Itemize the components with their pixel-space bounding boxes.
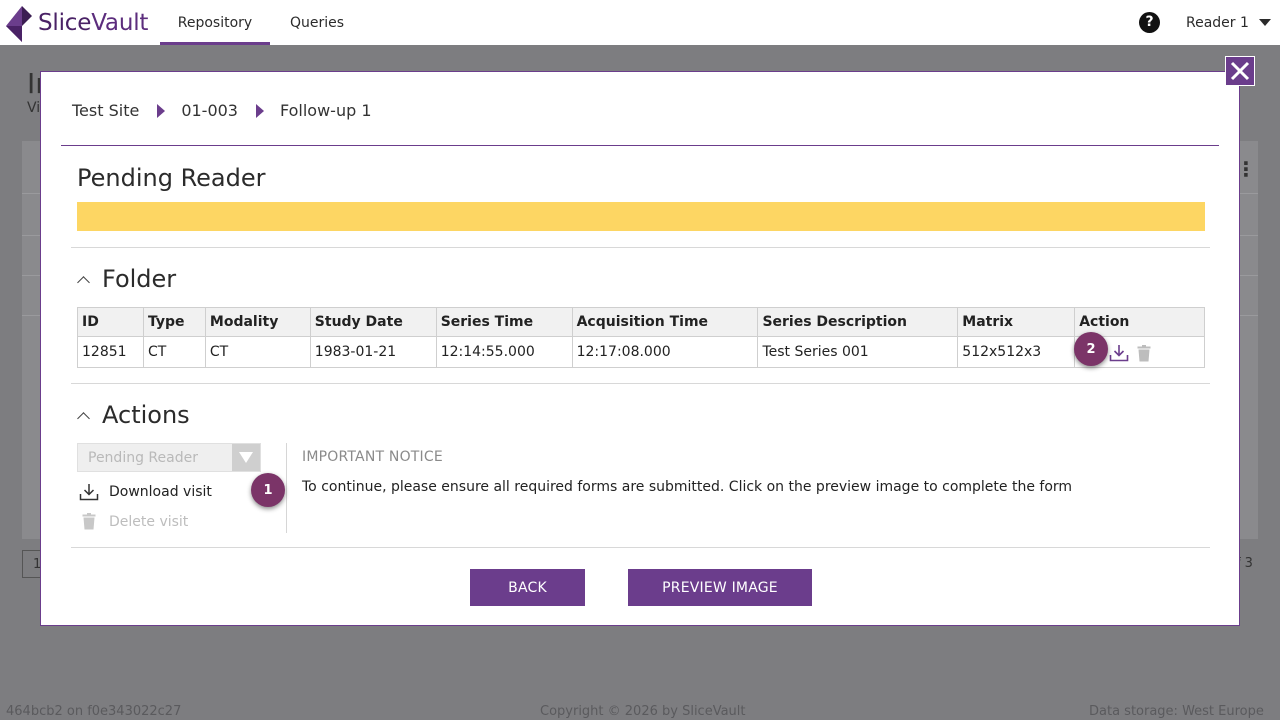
column-header-series-description[interactable]: Series Description [757,307,959,337]
user-menu[interactable]: Reader 1 [1186,0,1271,45]
download-visit-label: Download visit [109,484,212,500]
column-header-matrix[interactable]: Matrix [957,307,1076,337]
help-icon[interactable]: ? [1139,12,1160,33]
column-header-id[interactable]: ID [77,307,144,337]
actions-section-toggle[interactable]: Actions [77,401,190,429]
background-page-subtitle: Vi [27,100,41,116]
folder-section-toggle[interactable]: Folder [77,265,176,293]
chevron-up-icon [77,275,90,289]
table-row: 12851 CT CT 1983-01-21 12:14:55.000 12:1… [77,336,1205,368]
status-select: Pending Reader [77,443,261,472]
row-actions [1109,344,1151,362]
status-bar [77,202,1205,231]
column-header-modality[interactable]: Modality [204,307,311,337]
section-divider [71,247,1210,248]
cell-type: CT [142,336,206,368]
download-visit-button[interactable]: Download visit [79,483,212,501]
preview-image-button[interactable]: PREVIEW IMAGE [628,569,812,606]
cell-study-date: 1983-01-21 [309,336,437,368]
chevron-up-icon [77,411,90,425]
column-header-study-date[interactable]: Study Date [309,307,437,337]
step-badge-1: 1 [251,473,285,507]
trash-icon [82,513,96,530]
breadcrumb-site[interactable]: Test Site [72,101,139,120]
back-button[interactable]: BACK [470,569,585,606]
visit-modal: Test Site 01-003 Follow-up 1 Pending Rea… [40,71,1240,626]
dropdown-arrow-icon [232,444,260,471]
tab-repository[interactable]: Repository [160,0,270,45]
footer-copyright: Copyright © 2026 by SliceVault [540,704,746,719]
folder-heading: Folder [102,265,177,293]
status-select-value: Pending Reader [88,450,198,466]
breadcrumb-separator-icon [157,103,166,118]
close-modal-button[interactable] [1225,56,1255,86]
breadcrumb-subject[interactable]: 01-003 [181,101,238,120]
step-badge-2: 2 [1074,332,1108,366]
cell-series-time: 12:14:55.000 [435,336,573,368]
section-divider [71,383,1210,384]
close-icon [1230,61,1250,81]
download-icon [79,484,99,501]
breadcrumb-divider [61,145,1219,146]
trash-icon[interactable] [1137,344,1151,362]
series-table: ID Type Modality Study Date Series Time … [77,307,1205,368]
top-bar: SliceVault Repository Queries ? Reader 1 [0,0,1280,45]
delete-visit-button[interactable]: Delete visit [79,513,188,530]
chevron-down-icon [1258,19,1271,26]
section-divider [71,547,1210,548]
column-header-type[interactable]: Type [142,307,206,337]
notice-text: To continue, please ensure all required … [302,479,1073,495]
column-header-acquisition-time[interactable]: Acquisition Time [571,307,759,337]
tab-queries[interactable]: Queries [290,0,344,45]
actions-heading: Actions [102,401,190,429]
cell-acquisition-time: 12:17:08.000 [571,336,759,368]
app-logo[interactable]: SliceVault [0,0,148,45]
breadcrumb: Test Site 01-003 Follow-up 1 [72,101,372,120]
footer-version: 464bcb2 on f0e343022c27 [6,704,182,719]
breadcrumb-visit: Follow-up 1 [279,101,372,120]
cell-modality-link[interactable]: CT [204,336,311,368]
breadcrumb-separator-icon [255,103,264,118]
status-title: Pending Reader [77,164,266,192]
cell-id: 12851 [77,336,144,368]
app-name: SliceVault [38,9,149,36]
notice-title: IMPORTANT NOTICE [302,449,443,465]
footer-data-storage: Data storage: West Europe [1089,704,1264,719]
download-icon[interactable] [1109,344,1129,362]
cell-series-description: Test Series 001 [757,336,959,368]
table-header-row: ID Type Modality Study Date Series Time … [77,307,1205,337]
column-header-series-time[interactable]: Series Time [435,307,573,337]
cell-matrix: 512x512x3 [957,336,1076,368]
slicevault-logo-icon [6,5,32,42]
delete-visit-label: Delete visit [109,513,189,530]
actions-divider [286,443,287,533]
user-name: Reader 1 [1186,14,1249,31]
